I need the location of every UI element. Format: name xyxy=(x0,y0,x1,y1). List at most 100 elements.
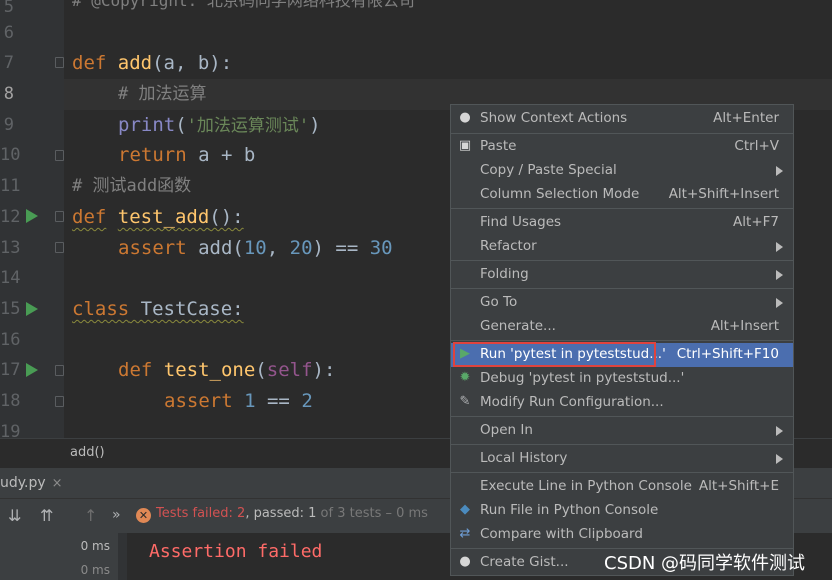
menu-item-label: Compare with Clipboard xyxy=(480,526,643,542)
builtin-print: print xyxy=(118,114,176,136)
menu-item-go-to[interactable]: Go To xyxy=(451,291,793,315)
fold-marker-icon[interactable] xyxy=(55,365,64,376)
line-number: 18 xyxy=(0,391,21,411)
tree-row-time[interactable]: 0 ms xyxy=(0,539,110,553)
keyword-def: def xyxy=(72,52,107,74)
keyword-def: def xyxy=(118,359,153,381)
menu-item-label: Folding xyxy=(480,266,529,282)
breadcrumb-item[interactable]: add() xyxy=(70,445,105,460)
menu-item-show-context-actions[interactable]: ● Show Context Actions Alt+Enter xyxy=(451,107,793,131)
menu-separator xyxy=(451,416,793,417)
function-name-test-one: test_one xyxy=(163,359,256,381)
menu-item-shortcut: Ctrl+Shift+F10 xyxy=(676,346,779,362)
code-line-11: # 测试add函数 xyxy=(72,176,192,196)
menu-item-label: Local History xyxy=(480,450,568,466)
lightbulb-icon: ● xyxy=(459,110,471,125)
menu-item-run-pytest[interactable]: ▶ Run 'pytest in pyteststud...' Ctrl+Shi… xyxy=(451,342,793,367)
more-chevron-icon[interactable]: » xyxy=(112,507,121,523)
menu-item-shortcut: Alt+Enter xyxy=(713,110,779,126)
menu-item-shortcut: Alt+Insert xyxy=(710,318,779,334)
expand-all-icon[interactable]: ⇊ xyxy=(8,506,21,525)
run-tab[interactable]: udy.py × xyxy=(0,468,71,498)
compare-icon: ⇄ xyxy=(459,526,471,541)
menu-item-run-file-in-console[interactable]: ◆ Run File in Python Console xyxy=(451,499,793,523)
fold-marker-icon[interactable] xyxy=(55,396,64,407)
chevron-right-icon xyxy=(776,242,783,252)
menu-item-shortcut: Ctrl+V xyxy=(734,138,779,154)
menu-item-copy-paste-special[interactable]: Copy / Paste Special xyxy=(451,159,793,183)
menu-item-label: Modify Run Configuration... xyxy=(480,394,664,410)
menu-item-modify-run-configuration[interactable]: ✎ Modify Run Configuration... xyxy=(451,391,793,415)
menu-item-debug-pytest[interactable]: ✹ Debug 'pytest in pyteststud...' xyxy=(451,367,793,391)
keyword-return: return xyxy=(118,144,187,166)
test-status: ✕ Tests failed: 2, passed: 1 of 3 tests –… xyxy=(136,506,428,523)
keyword-def: def xyxy=(72,206,107,228)
line-number: 17 xyxy=(0,360,21,380)
menu-item-folding[interactable]: Folding xyxy=(451,263,793,287)
line-number: 9 xyxy=(3,115,14,135)
menu-item-label: Refactor xyxy=(480,238,537,254)
menu-item-column-selection-mode[interactable]: Column Selection Mode Alt+Shift+Insert xyxy=(451,183,793,207)
test-tree: 0 ms 0 ms xyxy=(0,533,118,580)
chevron-right-icon xyxy=(776,166,783,176)
menu-item-execute-line-in-console[interactable]: Execute Line in Python Console Alt+Shift… xyxy=(451,475,793,499)
code-line-8: # 加法运算 xyxy=(118,84,207,104)
number: 30 xyxy=(369,237,393,259)
line-number: 12 xyxy=(0,207,21,227)
run-test-one-icon[interactable] xyxy=(26,363,38,377)
status-fail-prefix: Tests failed: xyxy=(156,506,238,521)
return-expr: a + b xyxy=(186,144,256,166)
function-name-add: add xyxy=(117,52,153,74)
clipboard-icon: ▣ xyxy=(458,138,472,153)
menu-item-paste[interactable]: ▣ Paste Ctrl+V xyxy=(451,135,793,159)
menu-item-label: Column Selection Mode xyxy=(480,186,640,202)
menu-item-shortcut: Alt+Shift+Insert xyxy=(668,186,779,202)
menu-item-refactor[interactable]: Refactor xyxy=(451,235,793,259)
menu-item-shortcut: Alt+Shift+E xyxy=(698,478,779,494)
number: 10 xyxy=(243,237,267,259)
code-line-13: assert add(10, 20) == 30 xyxy=(118,233,393,263)
code-line-9: print('加法运算测试') xyxy=(118,114,321,136)
collapse-all-icon[interactable]: ⇈ xyxy=(40,506,53,525)
line-number: 14 xyxy=(0,268,21,288)
menu-item-compare-with-clipboard[interactable]: ⇄ Compare with Clipboard xyxy=(451,523,793,547)
run-testcase-icon[interactable] xyxy=(26,302,38,316)
panel-splitter[interactable] xyxy=(118,533,127,580)
menu-item-shortcut: Alt+F7 xyxy=(733,214,779,230)
arrow-up-icon[interactable]: ↑ xyxy=(84,506,97,525)
keyword-assert: assert xyxy=(118,237,187,259)
watermark: CSDN @码同学软件测试 xyxy=(604,553,806,574)
menu-separator xyxy=(451,472,793,473)
keyword-assert: assert xyxy=(164,390,233,412)
code-line-18: assert 1 == 2 xyxy=(164,386,313,416)
chevron-right-icon xyxy=(776,298,783,308)
menu-item-local-history[interactable]: Local History xyxy=(451,447,793,471)
fold-marker-icon[interactable] xyxy=(55,57,64,68)
params: (a, b): xyxy=(152,52,233,74)
menu-separator xyxy=(451,340,793,341)
menu-item-generate[interactable]: Generate... Alt+Insert xyxy=(451,315,793,339)
fold-marker-icon[interactable] xyxy=(55,211,64,222)
eq-op: ) == xyxy=(312,237,370,259)
run-test-add-icon[interactable] xyxy=(26,209,38,223)
code-line-5: # @Copyright: 北京码同学网络科技有限公司 xyxy=(72,0,415,10)
status-pass-prefix: , passed: xyxy=(245,506,309,521)
class-name: TestCase: xyxy=(129,298,244,320)
comma: , xyxy=(266,237,290,259)
code-line-17: def test_one(self): xyxy=(118,359,336,381)
python-icon: ◆ xyxy=(460,502,470,517)
number: 20 xyxy=(289,237,313,259)
keyword-class: class xyxy=(72,298,130,320)
number: 1 xyxy=(244,390,256,412)
assert-call: add( xyxy=(186,237,244,259)
menu-item-find-usages[interactable]: Find Usages Alt+F7 xyxy=(451,211,793,235)
fold-marker-icon[interactable] xyxy=(55,242,64,253)
fold-marker-icon[interactable] xyxy=(55,150,64,161)
menu-item-label: Open In xyxy=(480,422,533,438)
tree-row-time[interactable]: 0 ms xyxy=(0,563,110,577)
menu-item-open-in[interactable]: Open In xyxy=(451,419,793,443)
close-icon[interactable]: × xyxy=(52,476,63,491)
params: (): xyxy=(209,206,244,228)
run-tab-label: udy.py xyxy=(0,475,46,491)
status-total: of 3 tests – 0 ms xyxy=(316,506,428,521)
